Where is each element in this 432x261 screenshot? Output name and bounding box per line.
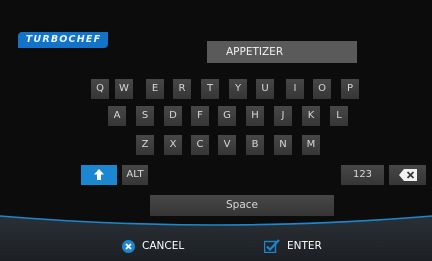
backspace-icon [398, 169, 417, 181]
key-s[interactable]: S [136, 106, 154, 126]
key-q[interactable]: Q [91, 79, 109, 99]
key-t[interactable]: T [201, 79, 219, 99]
cancel-button[interactable]: CANCEL [122, 238, 184, 254]
alt-key[interactable]: ALT [122, 165, 148, 185]
key-a[interactable]: A [108, 106, 126, 126]
enter-label: ENTER [287, 240, 322, 252]
key-i[interactable]: I [286, 79, 304, 99]
key-u[interactable]: U [256, 79, 274, 99]
key-p[interactable]: P [341, 79, 359, 99]
key-m[interactable]: M [302, 135, 320, 155]
key-h[interactable]: H [246, 106, 264, 126]
key-w[interactable]: W [115, 79, 133, 99]
key-b[interactable]: B [246, 135, 264, 155]
key-o[interactable]: O [313, 79, 331, 99]
cancel-icon [122, 239, 135, 253]
key-d[interactable]: D [164, 106, 182, 126]
key-k[interactable]: K [302, 106, 320, 126]
key-c[interactable]: C [191, 135, 209, 155]
backspace-key[interactable] [389, 165, 426, 185]
enter-button[interactable]: ENTER [264, 238, 322, 254]
key-v[interactable]: V [218, 135, 236, 155]
bottom-bar-background [0, 215, 432, 261]
key-g[interactable]: G [218, 106, 236, 126]
key-r[interactable]: R [173, 79, 191, 99]
key-z[interactable]: Z [136, 135, 154, 155]
keyboard-screen: TURBOCHEF APPETIZER Q W E R T Y U I O P … [0, 0, 432, 261]
shift-arrow-icon [94, 169, 104, 180]
key-x[interactable]: X [164, 135, 182, 155]
shift-key[interactable] [81, 165, 117, 185]
key-n[interactable]: N [274, 135, 292, 155]
text-entry-field[interactable]: APPETIZER [207, 41, 357, 63]
key-f[interactable]: F [191, 106, 209, 126]
numbers-key[interactable]: 123 [341, 165, 384, 185]
key-l[interactable]: L [330, 106, 348, 126]
turbochef-logo: TURBOCHEF [18, 32, 108, 48]
bottom-action-bar [0, 206, 432, 261]
key-y[interactable]: Y [229, 79, 247, 99]
enter-check-icon [264, 239, 280, 253]
logo-text: TURBOCHEF [18, 32, 108, 48]
key-j[interactable]: J [274, 106, 292, 126]
key-e[interactable]: E [146, 79, 164, 99]
cancel-label: CANCEL [142, 240, 185, 252]
